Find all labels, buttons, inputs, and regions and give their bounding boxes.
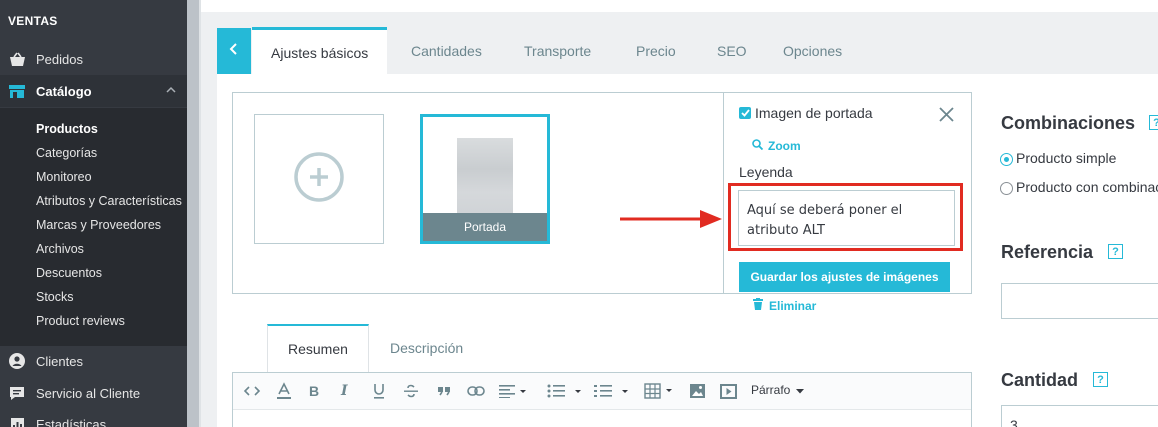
combinations-help-icon[interactable]: ? [1149, 115, 1158, 130]
cover-checkbox-label: Imagen de portada [755, 105, 873, 121]
tab-transporte[interactable]: Transporte [524, 28, 591, 74]
tab-seo[interactable]: SEO [717, 28, 747, 74]
tab-descripcion[interactable]: Descripción [390, 324, 463, 372]
underline-icon[interactable] [372, 382, 386, 400]
reference-help-icon[interactable]: ? [1108, 244, 1123, 259]
tab-resumen[interactable]: Resumen [267, 324, 369, 372]
save-image-settings-button[interactable]: Guardar los ajustes de imágenes [739, 262, 950, 292]
numbered-list-icon[interactable] [594, 382, 632, 400]
delete-label: Eliminar [769, 298, 817, 313]
zoom-label: Zoom [768, 139, 801, 153]
legend-textarea[interactable]: Aquí se deberá poner el atributo ALT [738, 190, 955, 246]
radio-combinations-label: Producto con combinaciones [1016, 179, 1158, 195]
code-view-icon[interactable] [243, 382, 261, 400]
sidebar-subitem-atributos[interactable]: Atributos y Características [36, 194, 182, 208]
sidebar-subitem-monitoreo[interactable]: Monitoreo [36, 170, 92, 184]
store-icon [8, 82, 26, 100]
sidebar-section-title: VENTAS [8, 14, 58, 28]
red-arrow-icon [620, 208, 724, 235]
zoom-link[interactable]: Zoom [752, 139, 801, 153]
chevron-left-icon [229, 42, 239, 60]
sidebar-item-label: Clientes [36, 353, 83, 369]
delete-image-link[interactable]: Eliminar [753, 298, 816, 313]
trash-icon [753, 298, 763, 313]
cover-checkbox[interactable] [739, 107, 751, 119]
add-image-button[interactable] [254, 114, 384, 244]
top-strip [201, 0, 1158, 12]
legend-label: Leyenda [739, 164, 793, 180]
italic-icon[interactable]: I [341, 382, 348, 400]
reference-title: Referencia [1001, 242, 1094, 262]
image-icon[interactable] [690, 382, 705, 400]
rich-text-editor: B I Párrafo [232, 372, 972, 427]
sidebar-subitem-descuentos[interactable]: Descuentos [36, 266, 102, 280]
bold-icon[interactable]: B [309, 382, 319, 400]
product-image [457, 138, 513, 216]
quote-icon[interactable] [437, 382, 451, 400]
table-icon[interactable] [644, 382, 678, 400]
sidebar-item-label: Pedidos [36, 51, 83, 67]
align-dropdown-icon[interactable] [499, 382, 527, 400]
sidebar-submenu: Productos Categorías Monitoreo Atributos… [0, 108, 187, 346]
cover-image-thumbnail[interactable]: Portada [420, 114, 550, 244]
sidebar-subitem-marcas[interactable]: Marcas y Proveedores [36, 218, 161, 232]
sidebar-item-clientes[interactable]: Clientes [0, 345, 187, 377]
sidebar-item-catalogo[interactable]: Catálogo [0, 75, 187, 107]
sidebar-item-servicio[interactable]: Servicio al Cliente [0, 377, 187, 409]
tabs-back-button[interactable] [217, 28, 251, 74]
quantity-help-icon[interactable]: ? [1093, 372, 1108, 387]
sidebar: VENTAS Pedidos Catálogo Productos Catego… [0, 0, 187, 427]
caret-down-icon [796, 383, 805, 397]
tab-cantidades[interactable]: Cantidades [411, 28, 482, 74]
sidebar-subitem-product-reviews[interactable]: Product reviews [36, 314, 125, 328]
reference-input[interactable] [1001, 283, 1158, 319]
sidebar-item-pedidos[interactable]: Pedidos [0, 43, 187, 75]
paragraph-label: Párrafo [751, 383, 791, 397]
basket-icon [8, 50, 26, 68]
video-icon[interactable] [720, 382, 737, 400]
link-icon[interactable] [467, 382, 485, 400]
close-icon[interactable] [939, 107, 954, 127]
sidebar-item-label: Estadísticas [36, 416, 107, 427]
cover-caption: Portada [423, 213, 547, 241]
chat-icon [8, 384, 26, 402]
tab-ajustes-basicos[interactable]: Ajustes básicos [252, 27, 388, 75]
combinations-title: Combinaciones [1001, 113, 1136, 133]
quantity-input[interactable] [1001, 405, 1158, 427]
sidebar-item-estadisticas[interactable]: Estadísticas [0, 408, 187, 427]
bullet-list-icon[interactable] [547, 382, 585, 400]
paragraph-format-dropdown[interactable]: Párrafo [751, 383, 805, 397]
chevron-up-icon [165, 84, 177, 99]
sidebar-item-label: Catálogo [36, 83, 92, 99]
sidebar-subitem-stocks[interactable]: Stocks [36, 290, 74, 304]
sidebar-subitem-categorias[interactable]: Categorías [36, 146, 97, 160]
user-icon [8, 352, 26, 370]
strikethrough-icon[interactable] [403, 382, 419, 400]
radio-simple-label: Producto simple [1016, 150, 1117, 166]
add-circle-icon [293, 151, 345, 208]
tab-precio[interactable]: Precio [636, 28, 676, 74]
editor-toolbar: B I Párrafo [233, 373, 971, 410]
chart-icon [8, 415, 26, 427]
tab-opciones[interactable]: Opciones [783, 28, 842, 74]
search-icon [752, 139, 764, 153]
text-color-icon[interactable] [275, 382, 293, 400]
product-tabs: Ajustes básicos Cantidades Transporte Pr… [217, 27, 1158, 75]
radio-simple-product[interactable] [1000, 153, 1013, 166]
radio-combinations-product[interactable] [1000, 182, 1013, 195]
sidebar-subitem-productos[interactable]: Productos [36, 122, 98, 136]
sidebar-item-label: Servicio al Cliente [36, 385, 141, 401]
sidebar-subitem-archivos[interactable]: Archivos [36, 242, 84, 256]
quantity-title: Cantidad [1001, 370, 1079, 390]
